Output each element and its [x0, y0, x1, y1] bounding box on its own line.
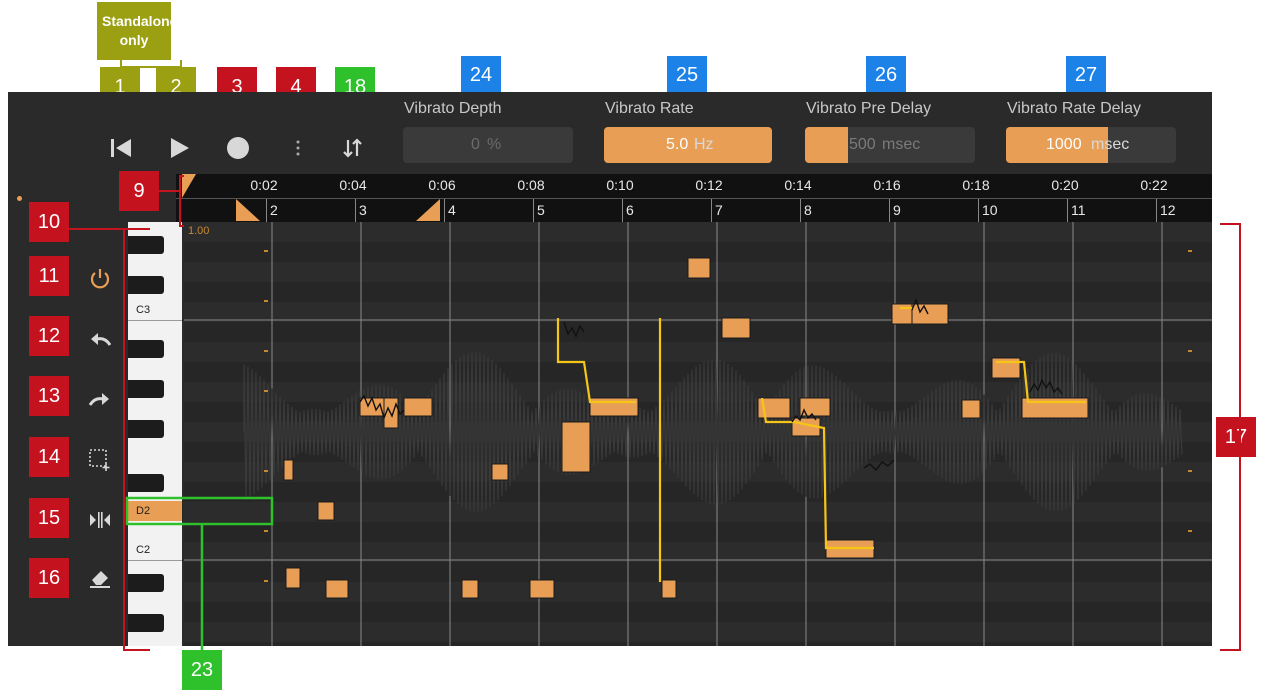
annotation-lines [69, 175, 1241, 651]
